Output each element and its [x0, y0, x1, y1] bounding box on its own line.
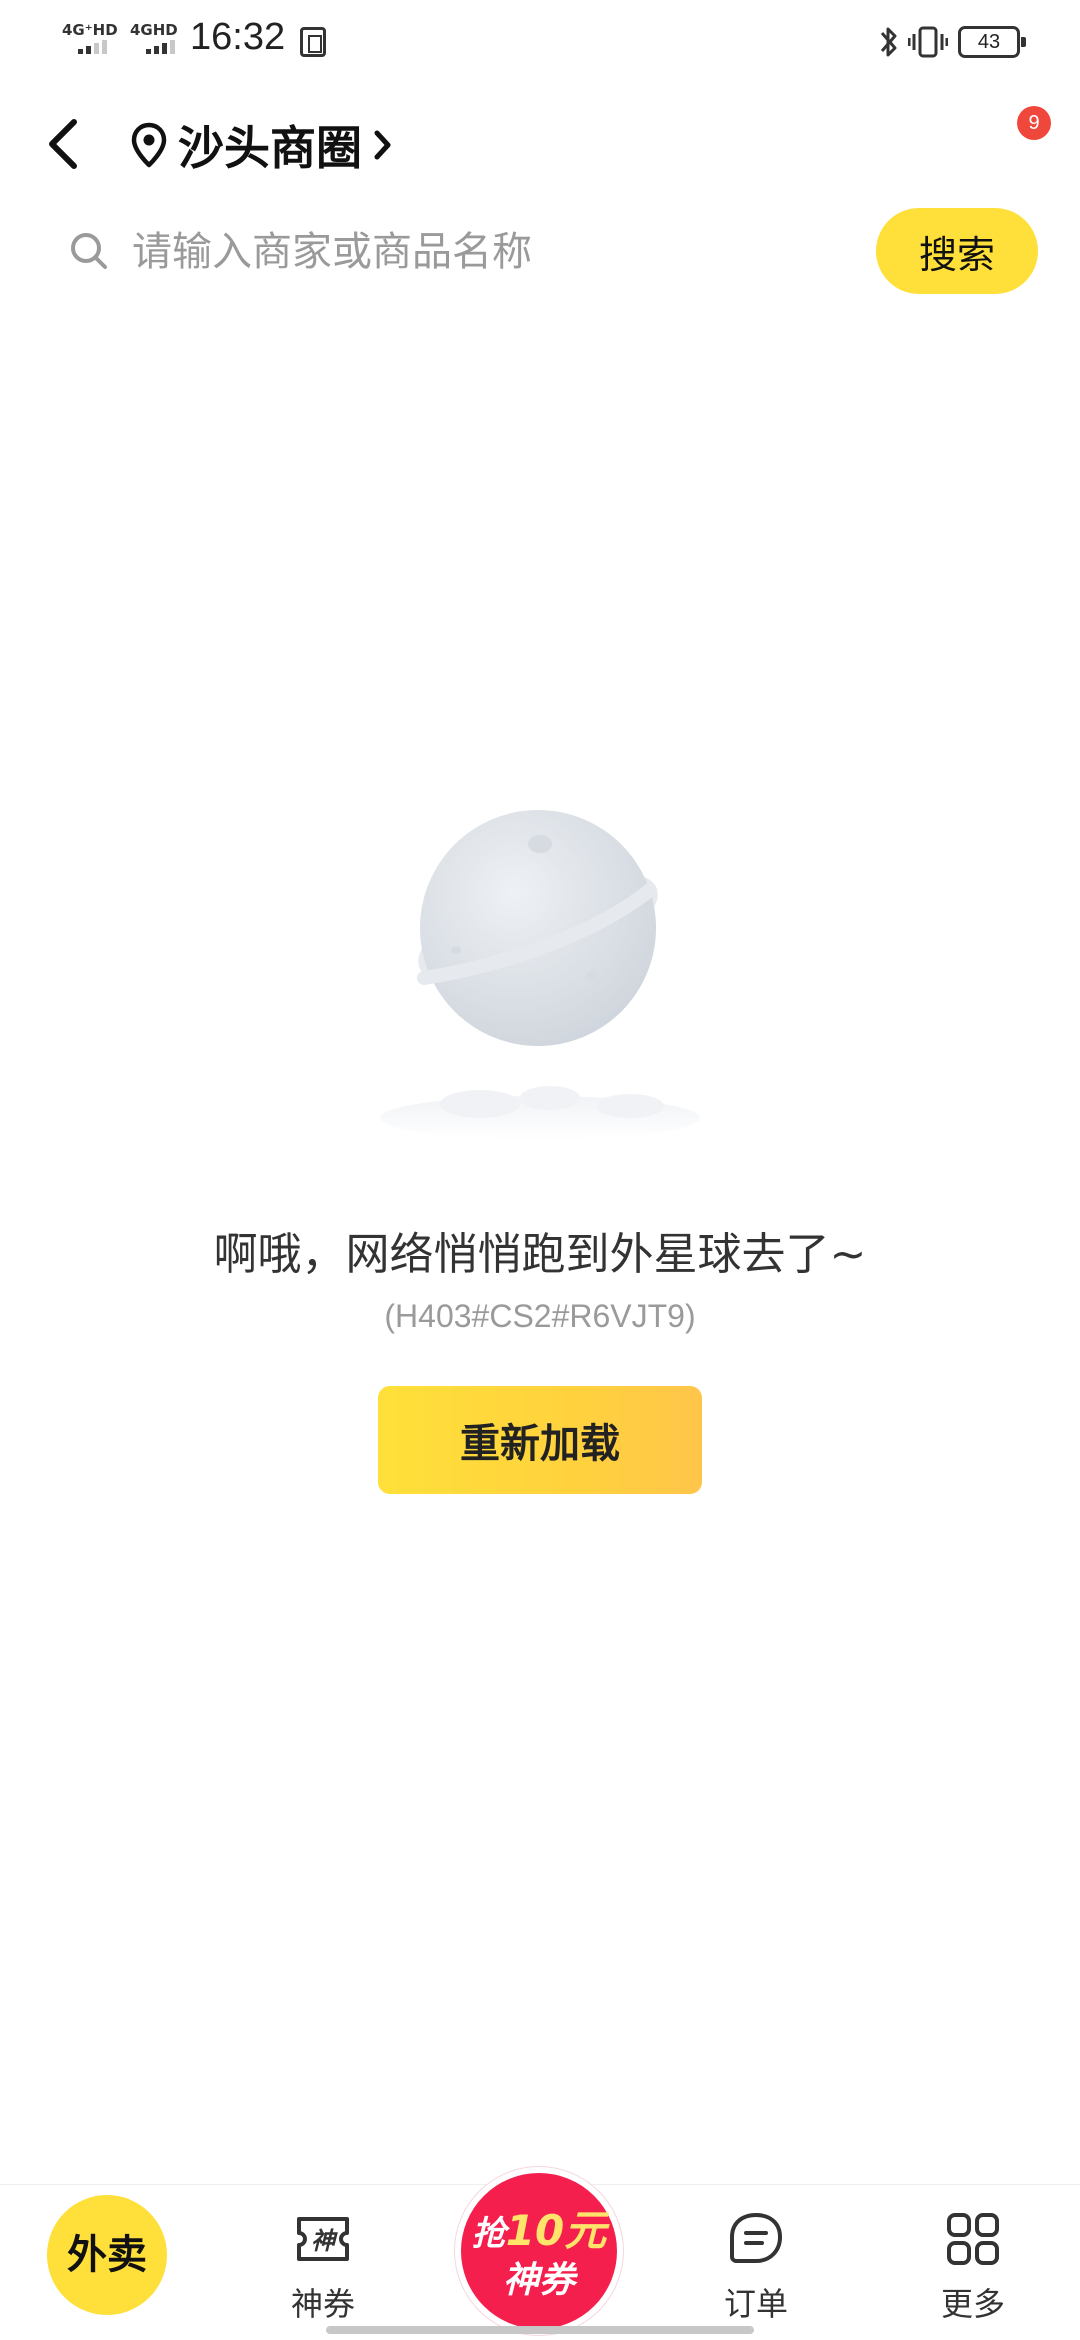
search-bar: 搜索: [56, 208, 1038, 296]
search-button[interactable]: 搜索: [876, 208, 1038, 294]
tab-orders[interactable]: 订单: [686, 2185, 826, 2340]
error-code: (H403#CS2#R6VJT9): [384, 1298, 696, 1334]
back-icon[interactable]: [42, 114, 92, 174]
reload-button[interactable]: 重新加载: [378, 1386, 702, 1494]
status-bar: 4G⁺HD 4GHD 16:32 43: [0, 0, 1080, 84]
location-name: 沙头商圈: [178, 121, 362, 175]
signal-strength-icon: [146, 40, 175, 54]
promo-coupon-button[interactable]: 抢10元 神券: [455, 2167, 623, 2335]
tab-coupons-label: 神券: [290, 2285, 355, 2323]
promo-suffix: 神券: [502, 2260, 575, 2301]
location-pin-icon: [131, 122, 167, 168]
promo-headline: 抢10元: [461, 2197, 617, 2258]
promo-prefix: 抢: [471, 2214, 506, 2254]
network-indicator-1: 4G⁺HD: [62, 21, 118, 39]
tab-more-label: 更多: [940, 2285, 1005, 2323]
svg-text:神: 神: [311, 2227, 338, 2255]
coupon-icon: 神: [297, 2217, 349, 2261]
vibrate-icon: [908, 26, 948, 58]
sim-card-icon: [300, 27, 326, 57]
orders-icon: [730, 2213, 782, 2263]
battery-level: 43: [977, 31, 1001, 53]
tab-coupons[interactable]: 神 神券: [253, 2185, 393, 2340]
planet-illustration: [380, 810, 700, 1140]
notification-badge[interactable]: 9: [1017, 106, 1051, 140]
tab-takeout[interactable]: 外卖: [47, 2195, 167, 2315]
location-selector[interactable]: 沙头商圈: [130, 110, 394, 180]
search-input[interactable]: [132, 218, 832, 286]
tab-orders-label: 订单: [723, 2285, 788, 2323]
bottom-tab-bar: 外卖 神 神券 抢10元 神券 订单 更多: [0, 2167, 1080, 2340]
battery-icon: 43: [958, 26, 1026, 58]
grid-icon: [947, 2213, 999, 2265]
network-indicator-2: 4GHD: [130, 21, 178, 39]
bluetooth-icon: [880, 27, 897, 57]
error-message: 啊哦，网络悄悄跑到外星球去了~: [213, 1229, 867, 1280]
tab-more[interactable]: 更多: [903, 2185, 1043, 2340]
home-indicator[interactable]: [326, 2326, 754, 2334]
signal-strength-icon: [78, 40, 107, 54]
search-icon: [71, 233, 107, 269]
tab-takeout-label: 外卖: [67, 2232, 147, 2278]
chevron-right-icon: [374, 130, 391, 160]
promo-amount: 10元: [505, 2206, 607, 2255]
page: 4G⁺HD 4GHD 16:32 43 沙头商圈 9 请输入商家或商品名称 搜索…: [0, 0, 1080, 2340]
status-time: 16:32: [190, 16, 286, 58]
